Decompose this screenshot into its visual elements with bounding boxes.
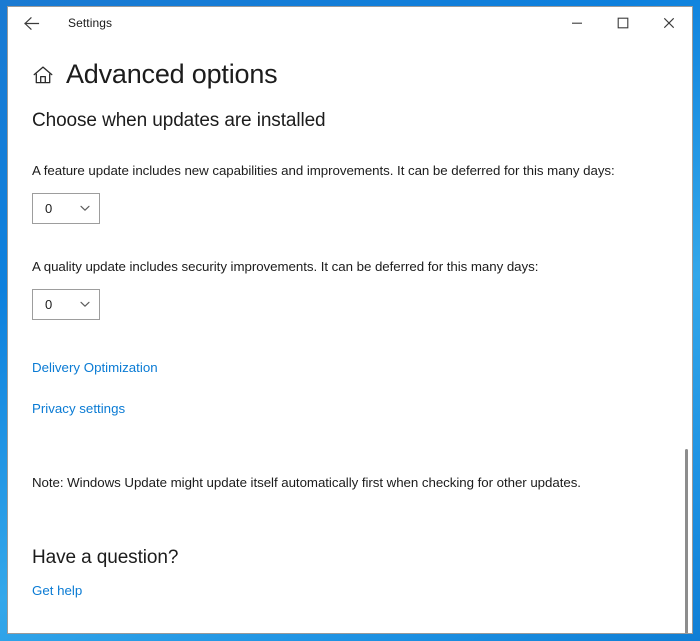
minimize-icon [571,17,583,29]
chevron-down-icon [79,202,91,214]
scrollbar[interactable] [684,93,689,634]
page-header: Advanced options [32,61,668,88]
links-group: Delivery Optimization Privacy settings [32,320,668,418]
desktop-background: Settings [0,0,700,641]
section-heading: Choose when updates are installed [32,111,668,130]
arrow-left-icon [22,14,41,33]
scrollbar-thumb[interactable] [685,449,688,634]
quality-update-defer-dropdown[interactable]: 0 [32,289,100,320]
close-button[interactable] [646,7,692,39]
minimize-button[interactable] [554,7,600,39]
question-heading: Have a question? [32,548,668,567]
update-note: Note: Windows Update might update itself… [32,474,668,492]
page-title: Advanced options [66,61,277,88]
delivery-optimization-link[interactable]: Delivery Optimization [32,361,158,374]
back-button[interactable] [8,7,54,39]
home-icon[interactable] [32,64,66,86]
settings-window: Settings [7,6,693,634]
privacy-settings-link[interactable]: Privacy settings [32,402,125,415]
feature-update-defer-dropdown[interactable]: 0 [32,193,100,224]
feature-update-defer-value: 0 [45,202,79,215]
page-content: Advanced options Choose when updates are… [8,61,692,634]
title-bar: Settings [8,7,692,39]
feature-update-description: A feature update includes new capabiliti… [32,162,668,180]
quality-update-description: A quality update includes security impro… [32,258,668,276]
close-icon [663,17,675,29]
get-help-link[interactable]: Get help [32,584,82,597]
quality-update-block: A quality update includes security impro… [32,258,668,320]
maximize-button[interactable] [600,7,646,39]
chevron-down-icon [79,298,91,310]
app-title: Settings [68,17,112,29]
quality-update-defer-value: 0 [45,298,79,311]
caption-buttons [554,7,692,39]
feature-update-block: A feature update includes new capabiliti… [32,162,668,224]
maximize-icon [617,17,629,29]
